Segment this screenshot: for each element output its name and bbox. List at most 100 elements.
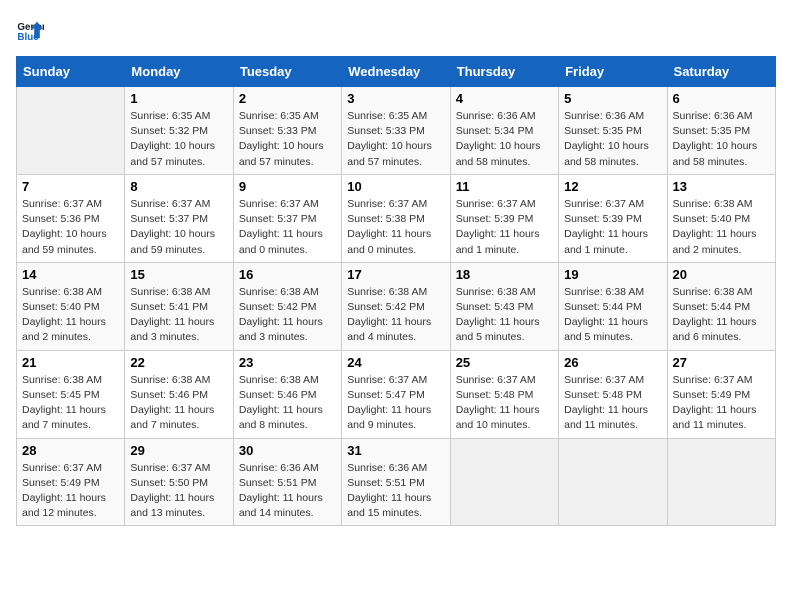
day-info: Sunrise: 6:38 AM Sunset: 5:44 PM Dayligh… bbox=[673, 285, 770, 346]
day-info: Sunrise: 6:36 AM Sunset: 5:34 PM Dayligh… bbox=[456, 109, 553, 170]
weekday-header-saturday: Saturday bbox=[667, 57, 775, 87]
logo-icon: General Blue bbox=[16, 16, 44, 44]
day-number: 23 bbox=[239, 355, 336, 370]
day-number: 19 bbox=[564, 267, 661, 282]
day-number: 20 bbox=[673, 267, 770, 282]
calendar-cell: 31Sunrise: 6:36 AM Sunset: 5:51 PM Dayli… bbox=[342, 438, 450, 526]
calendar-cell: 3 Sunrise: 6:35 AM Sunset: 5:33 PM Daylig… bbox=[342, 87, 450, 175]
day-number: 21 bbox=[22, 355, 119, 370]
day-info: Sunrise: 6:36 AM Sunset: 5:35 PM Dayligh… bbox=[673, 109, 770, 170]
day-info: Sunrise: 6:37 AM Sunset: 5:37 PM Dayligh… bbox=[239, 197, 336, 258]
calendar-cell: 13 Sunrise: 6:38 AM Sunset: 5:40 PM Dayli… bbox=[667, 174, 775, 262]
calendar-cell: 21 Sunrise: 6:38 AM Sunset: 5:45 PM Dayli… bbox=[17, 350, 125, 438]
day-number: 15 bbox=[130, 267, 227, 282]
day-info: Sunrise: 6:38 AM Sunset: 5:41 PM Dayligh… bbox=[130, 285, 227, 346]
calendar-cell: 9 Sunrise: 6:37 AM Sunset: 5:37 PM Daylig… bbox=[233, 174, 341, 262]
day-number: 28 bbox=[22, 443, 119, 458]
calendar-cell: 4 Sunrise: 6:36 AM Sunset: 5:34 PM Daylig… bbox=[450, 87, 558, 175]
day-number: 6 bbox=[673, 91, 770, 106]
day-info: Sunrise: 6:38 AM Sunset: 5:43 PM Dayligh… bbox=[456, 285, 553, 346]
day-number: 11 bbox=[456, 179, 553, 194]
day-info: Sunrise: 6:35 AM Sunset: 5:33 PM Dayligh… bbox=[239, 109, 336, 170]
day-info: Sunrise: 6:38 AM Sunset: 5:40 PM Dayligh… bbox=[673, 197, 770, 258]
weekday-header-tuesday: Tuesday bbox=[233, 57, 341, 87]
day-info: Sunrise: 6:37 AM Sunset: 5:50 PM Dayligh… bbox=[130, 461, 227, 522]
day-info: Sunrise: 6:37 AM Sunset: 5:49 PM Dayligh… bbox=[22, 461, 119, 522]
day-info: Sunrise: 6:37 AM Sunset: 5:39 PM Dayligh… bbox=[564, 197, 661, 258]
calendar-cell bbox=[667, 438, 775, 526]
weekday-header-wednesday: Wednesday bbox=[342, 57, 450, 87]
day-info: Sunrise: 6:37 AM Sunset: 5:48 PM Dayligh… bbox=[456, 373, 553, 434]
day-number: 12 bbox=[564, 179, 661, 194]
day-number: 9 bbox=[239, 179, 336, 194]
calendar-cell: 5 Sunrise: 6:36 AM Sunset: 5:35 PM Daylig… bbox=[559, 87, 667, 175]
calendar-cell: 12 Sunrise: 6:37 AM Sunset: 5:39 PM Dayli… bbox=[559, 174, 667, 262]
day-number: 14 bbox=[22, 267, 119, 282]
day-number: 17 bbox=[347, 267, 444, 282]
day-number: 10 bbox=[347, 179, 444, 194]
calendar-cell: 23 Sunrise: 6:38 AM Sunset: 5:46 PM Dayli… bbox=[233, 350, 341, 438]
day-number: 27 bbox=[673, 355, 770, 370]
day-number: 16 bbox=[239, 267, 336, 282]
day-info: Sunrise: 6:37 AM Sunset: 5:39 PM Dayligh… bbox=[456, 197, 553, 258]
day-info: Sunrise: 6:37 AM Sunset: 5:38 PM Dayligh… bbox=[347, 197, 444, 258]
calendar-cell: 20 Sunrise: 6:38 AM Sunset: 5:44 PM Dayli… bbox=[667, 262, 775, 350]
calendar-cell: 17Sunrise: 6:38 AM Sunset: 5:42 PM Dayli… bbox=[342, 262, 450, 350]
day-info: Sunrise: 6:38 AM Sunset: 5:46 PM Dayligh… bbox=[239, 373, 336, 434]
day-info: Sunrise: 6:36 AM Sunset: 5:35 PM Dayligh… bbox=[564, 109, 661, 170]
day-number: 26 bbox=[564, 355, 661, 370]
calendar-cell: 19 Sunrise: 6:38 AM Sunset: 5:44 PM Dayli… bbox=[559, 262, 667, 350]
day-number: 1 bbox=[130, 91, 227, 106]
calendar-cell: 18Sunrise: 6:38 AM Sunset: 5:43 PM Dayli… bbox=[450, 262, 558, 350]
calendar-cell: 29 Sunrise: 6:37 AM Sunset: 5:50 PM Dayli… bbox=[125, 438, 233, 526]
calendar-cell: 6 Sunrise: 6:36 AM Sunset: 5:35 PM Daylig… bbox=[667, 87, 775, 175]
calendar-cell: 22Sunrise: 6:38 AM Sunset: 5:46 PM Dayli… bbox=[125, 350, 233, 438]
weekday-header-sunday: Sunday bbox=[17, 57, 125, 87]
day-number: 31 bbox=[347, 443, 444, 458]
day-number: 2 bbox=[239, 91, 336, 106]
day-info: Sunrise: 6:38 AM Sunset: 5:42 PM Dayligh… bbox=[239, 285, 336, 346]
day-number: 24 bbox=[347, 355, 444, 370]
calendar-cell: 28 Sunrise: 6:37 AM Sunset: 5:49 PM Dayli… bbox=[17, 438, 125, 526]
day-info: Sunrise: 6:37 AM Sunset: 5:49 PM Dayligh… bbox=[673, 373, 770, 434]
calendar-cell: 26Sunrise: 6:37 AM Sunset: 5:48 PM Dayli… bbox=[559, 350, 667, 438]
page-header: General Blue bbox=[16, 16, 776, 44]
day-info: Sunrise: 6:35 AM Sunset: 5:32 PM Dayligh… bbox=[130, 109, 227, 170]
day-info: Sunrise: 6:35 AM Sunset: 5:33 PM Dayligh… bbox=[347, 109, 444, 170]
calendar-cell: 11 Sunrise: 6:37 AM Sunset: 5:39 PM Dayli… bbox=[450, 174, 558, 262]
calendar-cell bbox=[450, 438, 558, 526]
day-info: Sunrise: 6:38 AM Sunset: 5:46 PM Dayligh… bbox=[130, 373, 227, 434]
day-number: 7 bbox=[22, 179, 119, 194]
calendar-cell: 16 Sunrise: 6:38 AM Sunset: 5:42 PM Dayli… bbox=[233, 262, 341, 350]
calendar-cell: 15 Sunrise: 6:38 AM Sunset: 5:41 PM Dayli… bbox=[125, 262, 233, 350]
weekday-header-thursday: Thursday bbox=[450, 57, 558, 87]
day-number: 13 bbox=[673, 179, 770, 194]
calendar-cell: 1 Sunrise: 6:35 AM Sunset: 5:32 PM Daylig… bbox=[125, 87, 233, 175]
logo: General Blue bbox=[16, 16, 48, 44]
calendar-cell: 7 Sunrise: 6:37 AM Sunset: 5:36 PM Daylig… bbox=[17, 174, 125, 262]
calendar-cell: 24 Sunrise: 6:37 AM Sunset: 5:47 PM Dayli… bbox=[342, 350, 450, 438]
day-info: Sunrise: 6:37 AM Sunset: 5:36 PM Dayligh… bbox=[22, 197, 119, 258]
calendar-cell: 8 Sunrise: 6:37 AM Sunset: 5:37 PM Daylig… bbox=[125, 174, 233, 262]
day-number: 5 bbox=[564, 91, 661, 106]
calendar-cell: 27 Sunrise: 6:37 AM Sunset: 5:49 PM Dayli… bbox=[667, 350, 775, 438]
calendar-table: SundayMondayTuesdayWednesdayThursdayFrid… bbox=[16, 56, 776, 526]
day-info: Sunrise: 6:38 AM Sunset: 5:40 PM Dayligh… bbox=[22, 285, 119, 346]
day-number: 8 bbox=[130, 179, 227, 194]
calendar-cell: 25 Sunrise: 6:37 AM Sunset: 5:48 PM Dayli… bbox=[450, 350, 558, 438]
day-number: 4 bbox=[456, 91, 553, 106]
day-info: Sunrise: 6:36 AM Sunset: 5:51 PM Dayligh… bbox=[239, 461, 336, 522]
day-number: 25 bbox=[456, 355, 553, 370]
calendar-cell: 2 Sunrise: 6:35 AM Sunset: 5:33 PM Daylig… bbox=[233, 87, 341, 175]
day-info: Sunrise: 6:37 AM Sunset: 5:37 PM Dayligh… bbox=[130, 197, 227, 258]
calendar-cell: 30Sunrise: 6:36 AM Sunset: 5:51 PM Dayli… bbox=[233, 438, 341, 526]
day-info: Sunrise: 6:38 AM Sunset: 5:45 PM Dayligh… bbox=[22, 373, 119, 434]
day-number: 29 bbox=[130, 443, 227, 458]
weekday-header-monday: Monday bbox=[125, 57, 233, 87]
day-number: 3 bbox=[347, 91, 444, 106]
calendar-cell bbox=[559, 438, 667, 526]
day-info: Sunrise: 6:37 AM Sunset: 5:47 PM Dayligh… bbox=[347, 373, 444, 434]
day-info: Sunrise: 6:38 AM Sunset: 5:44 PM Dayligh… bbox=[564, 285, 661, 346]
weekday-header-friday: Friday bbox=[559, 57, 667, 87]
calendar-cell bbox=[17, 87, 125, 175]
